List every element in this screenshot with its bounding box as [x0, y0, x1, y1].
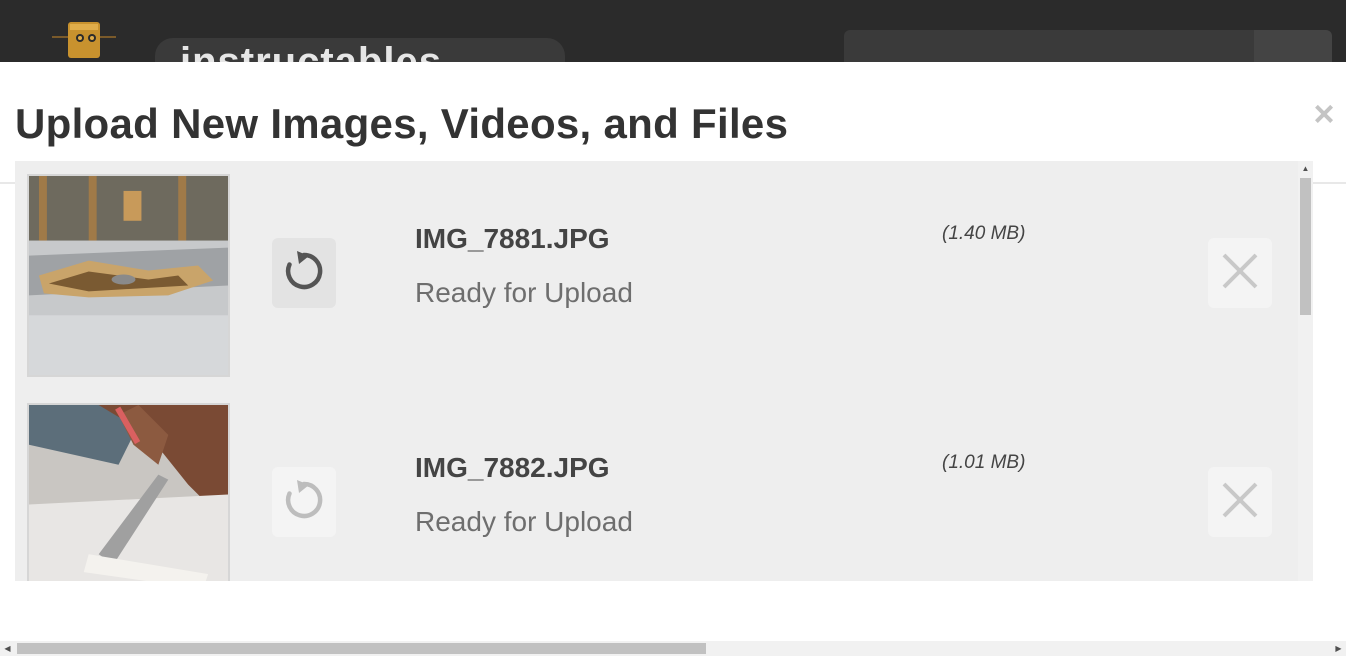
file-status: Ready for Upload [415, 506, 633, 537]
file-thumbnail [27, 403, 230, 581]
remove-file-button[interactable] [1208, 467, 1272, 537]
rotate-icon [282, 478, 326, 527]
remove-file-button[interactable] [1208, 238, 1272, 308]
file-name: IMG_7882.JPG [415, 452, 610, 483]
file-list: IMG_7881.JPG Ready for Upload (1.40 MB) [15, 161, 1313, 581]
rotate-button[interactable] [272, 467, 336, 537]
file-size: (1.40 MB) [942, 223, 1026, 244]
rotate-button[interactable] [272, 238, 336, 308]
file-row: IMG_7882.JPG Ready for Upload (1.01 MB) [15, 390, 1298, 581]
scroll-left-arrow-icon[interactable]: ◀ [0, 641, 15, 656]
file-status: Ready for Upload [415, 277, 633, 308]
site-search-input[interactable] [844, 30, 1254, 62]
file-thumbnail [27, 174, 230, 377]
vertical-scrollbar[interactable]: ▲ [1298, 161, 1313, 581]
site-header-background: instructables [0, 0, 1346, 62]
file-row: IMG_7881.JPG Ready for Upload (1.40 MB) [15, 161, 1298, 390]
site-logo-text[interactable]: instructables [180, 40, 442, 62]
site-search-button[interactable] [1254, 30, 1332, 62]
close-icon[interactable]: × [1306, 94, 1342, 134]
remove-x-icon [1220, 480, 1260, 525]
horizontal-scrollbar[interactable]: ◀ ▶ [0, 641, 1346, 656]
rotate-icon [282, 249, 326, 298]
modal-title: Upload New Images, Videos, and Files [15, 100, 789, 147]
file-size: (1.01 MB) [942, 452, 1026, 473]
scroll-right-arrow-icon[interactable]: ▶ [1331, 641, 1346, 656]
vertical-scrollbar-thumb[interactable] [1300, 178, 1311, 315]
file-name: IMG_7881.JPG [415, 223, 610, 254]
remove-x-icon [1220, 251, 1260, 296]
scroll-up-arrow-icon[interactable]: ▲ [1298, 161, 1313, 176]
robot-logo-icon [52, 18, 116, 62]
horizontal-scrollbar-thumb[interactable] [17, 643, 706, 654]
